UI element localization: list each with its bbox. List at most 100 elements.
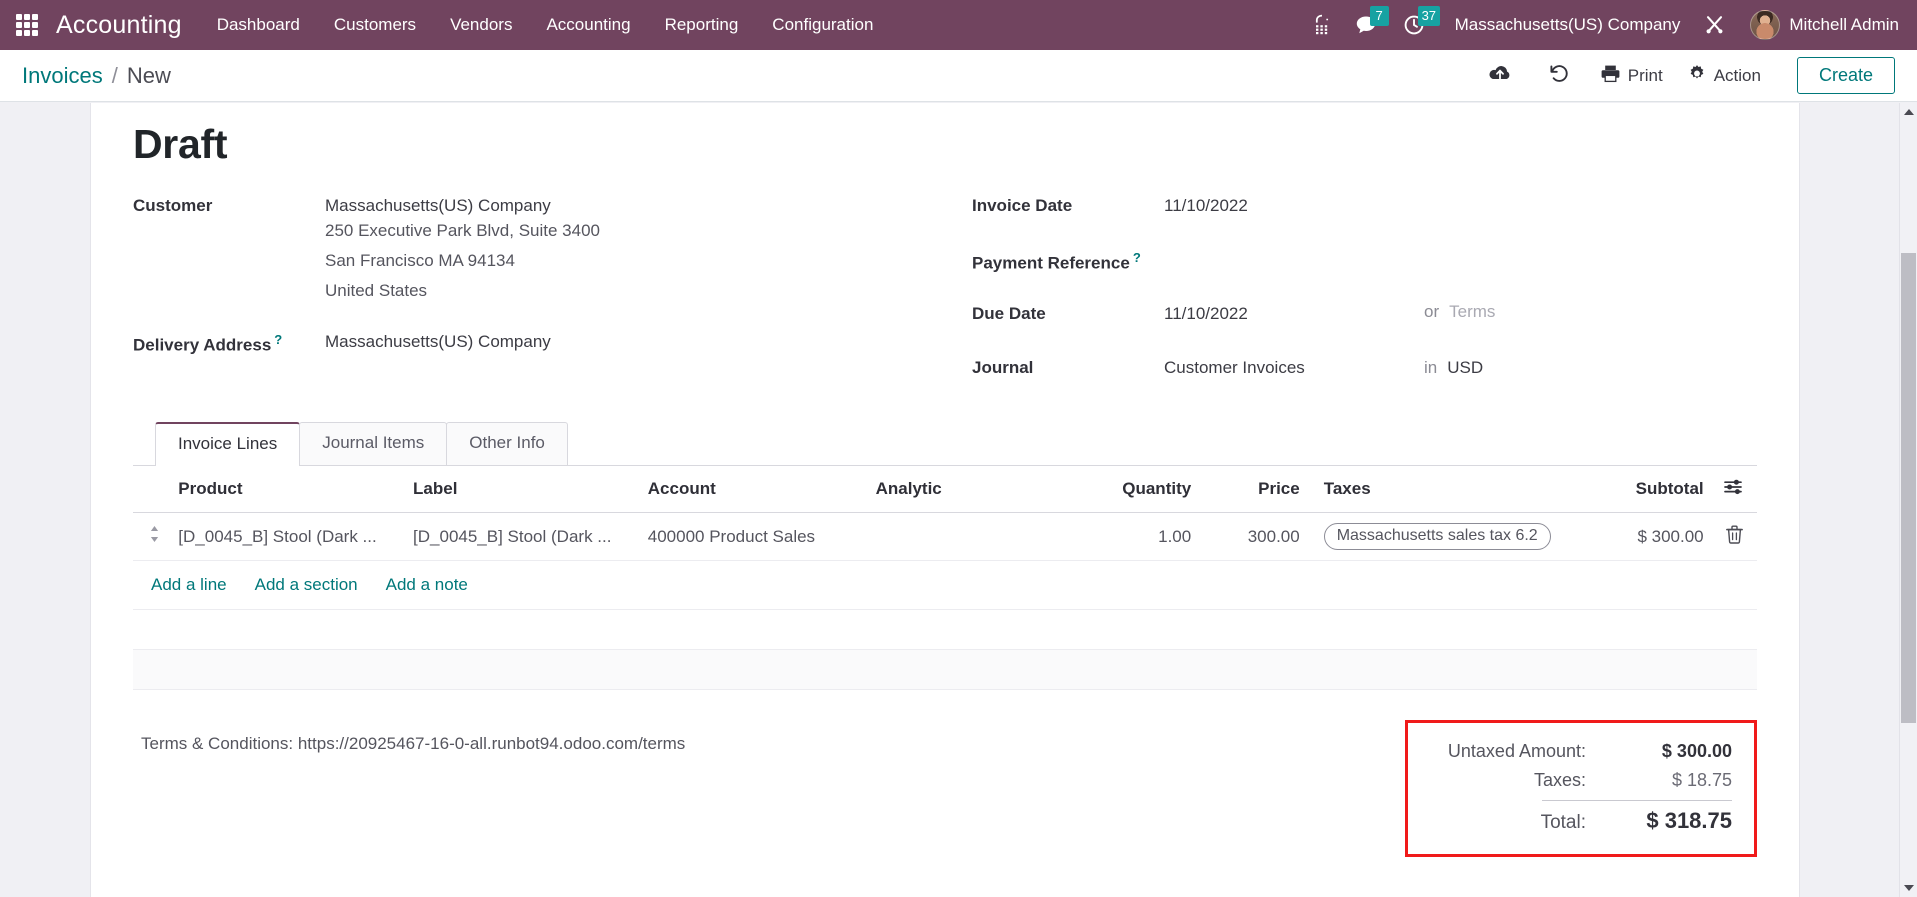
cell-delete[interactable]	[1711, 512, 1757, 561]
field-journal: Journal Customer Invoices in USD	[972, 356, 1759, 394]
menu-item-dashboard[interactable]: Dashboard	[200, 0, 317, 50]
trash-icon[interactable]	[1725, 525, 1743, 549]
add-a-note-button[interactable]: Add a note	[386, 575, 468, 595]
total-label: Total:	[1540, 812, 1586, 833]
field-customer-label: Customer	[133, 196, 213, 215]
th-subtotal[interactable]: Subtotal	[1596, 466, 1712, 513]
th-analytic[interactable]: Analytic	[867, 466, 1078, 513]
field-terms-placeholder[interactable]: Terms	[1449, 302, 1495, 322]
invoice-footer: Terms & Conditions: https://20925467-16-…	[91, 690, 1799, 857]
action-button[interactable]: Action	[1675, 58, 1773, 94]
user-name: Mitchell Admin	[1789, 15, 1899, 34]
activities-counter[interactable]: 37	[1391, 0, 1441, 50]
form-fields: Customer Massachusetts(US) Company 250 E…	[91, 172, 1799, 396]
create-button[interactable]: Create	[1796, 57, 1895, 94]
help-icon[interactable]: ?	[1133, 250, 1141, 265]
due-date-tail-word: or	[1424, 302, 1440, 321]
table-row[interactable]: [D_0045_B] Stool (Dark ... [D_0045_B] St…	[133, 512, 1757, 561]
tab-other-info[interactable]: Other Info	[446, 422, 568, 465]
customer-address-line-1: 250 Executive Park Blvd, Suite 3400	[325, 221, 600, 240]
breadcrumb-current: New	[126, 62, 171, 88]
content-area: Draft Customer Massachusetts(US) Company…	[0, 103, 1917, 897]
tab-invoice-lines[interactable]: Invoice Lines	[155, 422, 301, 466]
th-quantity[interactable]: Quantity	[1077, 466, 1200, 513]
add-a-line-button[interactable]: Add a line	[151, 575, 227, 595]
untaxed-amount-value: $ 300.00	[1661, 741, 1732, 761]
terms-and-conditions: Terms & Conditions: https://20925467-16-…	[141, 734, 686, 753]
activities-badge: 37	[1417, 6, 1441, 26]
taxes-value: $ 18.75	[1671, 770, 1732, 790]
menu-item-reporting[interactable]: Reporting	[648, 0, 756, 50]
journal-tail-word: in	[1424, 358, 1438, 377]
th-product[interactable]: Product	[170, 466, 406, 513]
discard-button[interactable]	[1530, 57, 1588, 94]
invoice-lines-header: Product Label Account Analytic Quantity …	[133, 466, 1757, 513]
user-menu[interactable]: Mitchell Admin	[1740, 10, 1903, 40]
field-payment-reference: Payment Reference?	[972, 248, 1759, 286]
totals-highlight-box: Untaxed Amount: $ 300.00 Taxes: $ 18.75 …	[1405, 720, 1757, 857]
printer-icon	[1600, 64, 1621, 88]
menu-item-accounting[interactable]: Accounting	[529, 0, 647, 50]
th-price[interactable]: Price	[1199, 466, 1308, 513]
messages-counter[interactable]: 7	[1343, 0, 1391, 50]
menu-item-customers[interactable]: Customers	[317, 0, 433, 50]
due-date-terms-group: or Terms	[1424, 302, 1495, 322]
th-label[interactable]: Label	[405, 466, 640, 513]
field-currency-value[interactable]: USD	[1447, 356, 1483, 378]
main-menu: Dashboard Customers Vendors Accounting R…	[200, 0, 891, 50]
menu-item-configuration[interactable]: Configuration	[755, 0, 890, 50]
field-customer-value[interactable]: Massachusetts(US) Company	[325, 194, 600, 216]
save-button[interactable]	[1470, 58, 1530, 94]
field-delivery-address-value[interactable]: Massachusetts(US) Company	[325, 330, 551, 352]
column-settings-icon[interactable]	[1724, 478, 1743, 500]
developer-tools-icon[interactable]	[1692, 0, 1740, 50]
control-panel: Invoices / New Print Action Create	[0, 50, 1917, 102]
drag-handle-icon[interactable]	[149, 525, 160, 546]
scroll-down-arrow-icon[interactable]	[1900, 879, 1917, 897]
apps-grid-icon[interactable]	[12, 10, 42, 40]
customer-address-line-3: United States	[325, 281, 428, 300]
cell-account[interactable]: 400000 Product Sales	[639, 512, 868, 561]
totals-divider	[1542, 800, 1732, 801]
breadcrumb-invoices[interactable]: Invoices	[22, 63, 103, 89]
blank-row-2	[133, 650, 1757, 690]
table-header-row: Product Label Account Analytic Quantity …	[133, 466, 1757, 513]
control-panel-buttons: Print Action Create	[1470, 57, 1895, 94]
cell-quantity[interactable]: 1.00	[1077, 512, 1200, 561]
app-brand-accounting[interactable]: Accounting	[48, 11, 200, 40]
untaxed-amount-row: Untaxed Amount: $ 300.00	[1428, 737, 1732, 766]
cell-label[interactable]: [D_0045_B] Stool (Dark ...	[405, 512, 640, 561]
field-due-date-label: Due Date	[972, 304, 1046, 323]
th-taxes[interactable]: Taxes	[1307, 466, 1597, 513]
cell-analytic[interactable]	[867, 512, 1078, 561]
field-due-date-value[interactable]: 11/10/2022	[1164, 302, 1424, 324]
field-invoice-date-value[interactable]: 11/10/2022	[1164, 194, 1248, 216]
taxes-label[interactable]: Taxes:	[1534, 770, 1604, 791]
messages-badge: 7	[1369, 6, 1389, 26]
menu-item-vendors[interactable]: Vendors	[433, 0, 529, 50]
scrollbar-thumb[interactable]	[1901, 253, 1916, 723]
th-account[interactable]: Account	[639, 466, 868, 513]
tax-badge[interactable]: Massachusetts sales tax 6.2	[1323, 523, 1551, 550]
field-customer-value-group: Massachusetts(US) Company 250 Executive …	[325, 194, 600, 306]
add-a-section-button[interactable]: Add a section	[255, 575, 358, 595]
row-drag-handle[interactable]	[133, 512, 171, 561]
help-icon[interactable]: ?	[274, 332, 282, 347]
company-switcher[interactable]: Massachusetts(US) Company	[1439, 15, 1693, 35]
cell-taxes[interactable]: Massachusetts sales tax 6.2	[1307, 512, 1597, 561]
field-journal-value[interactable]: Customer Invoices	[1164, 356, 1424, 378]
notebook-tabs: Invoice Lines Journal Items Other Info	[133, 422, 1757, 466]
taxes-row: Taxes: $ 18.75	[1428, 766, 1732, 795]
print-button[interactable]: Print	[1588, 58, 1675, 94]
vertical-scrollbar[interactable]	[1899, 103, 1917, 897]
cell-product[interactable]: [D_0045_B] Stool (Dark ...	[170, 512, 406, 561]
voip-phone-icon[interactable]	[1301, 0, 1343, 50]
field-delivery-address: Delivery Address? Massachusetts(US) Comp…	[133, 330, 946, 368]
cell-price[interactable]: 300.00	[1199, 512, 1308, 561]
scroll-up-arrow-icon[interactable]	[1900, 103, 1917, 121]
invoice-form-sheet: Draft Customer Massachusetts(US) Company…	[90, 103, 1800, 897]
status-title: Draft	[133, 121, 228, 167]
th-optional-columns	[1711, 466, 1757, 513]
tab-journal-items[interactable]: Journal Items	[299, 422, 448, 465]
notebook: Invoice Lines Journal Items Other Info P…	[91, 396, 1799, 690]
